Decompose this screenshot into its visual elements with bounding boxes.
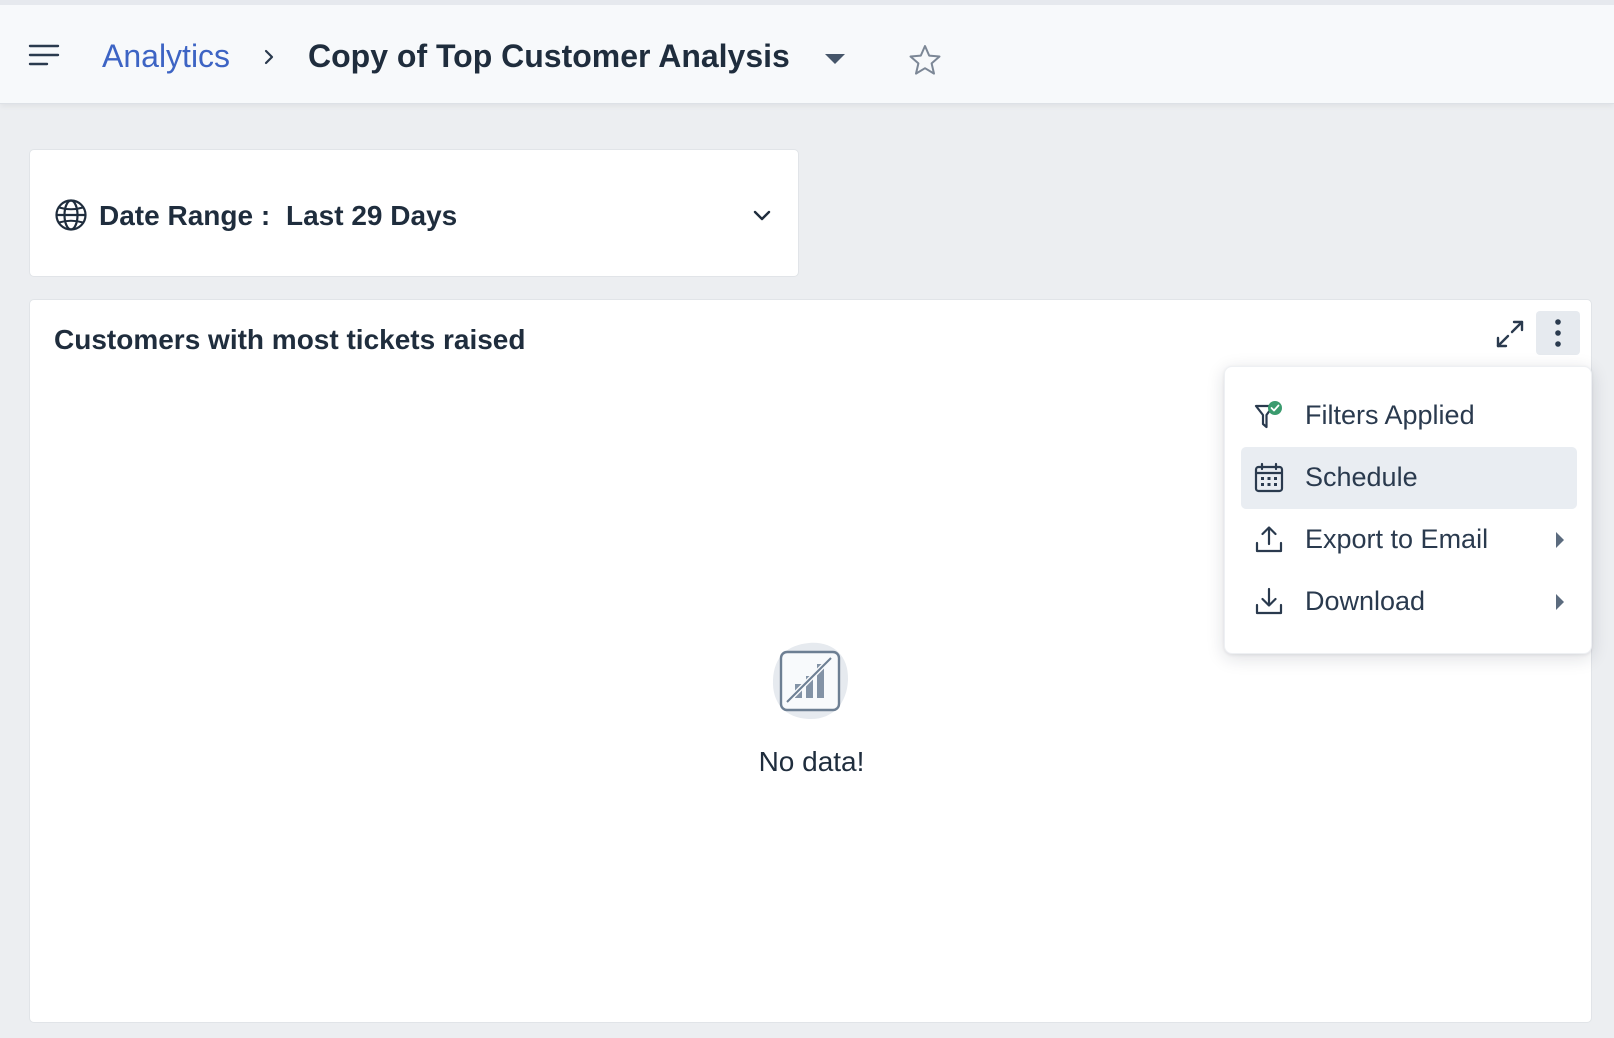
page-title: Copy of Top Customer Analysis xyxy=(308,38,790,74)
menu-item-label: Filters Applied xyxy=(1305,400,1475,430)
more-vertical-icon xyxy=(1555,319,1561,347)
date-range-value: Last 29 Days xyxy=(286,200,458,231)
menu-item-label: Schedule xyxy=(1305,462,1418,492)
download-icon xyxy=(1255,587,1283,615)
caret-right-icon xyxy=(1556,532,1564,548)
expand-icon[interactable] xyxy=(1490,316,1530,352)
widget-options-menu: Filters Applied Schedule Export to Email xyxy=(1224,366,1592,654)
more-options-button[interactable] xyxy=(1536,311,1580,355)
date-range-label: Date Range : xyxy=(99,200,271,231)
hamburger-icon[interactable] xyxy=(28,43,60,67)
menu-item-label: Export to Email xyxy=(1305,524,1489,554)
chevron-right-icon xyxy=(264,49,274,65)
globe-icon xyxy=(55,199,87,231)
empty-state-message: No data! xyxy=(758,746,865,777)
date-range-filter[interactable]: Date Range : Last 29 Days xyxy=(29,149,799,277)
star-icon[interactable] xyxy=(908,43,942,77)
menu-item-filters-applied[interactable]: Filters Applied xyxy=(1241,385,1577,447)
menu-item-schedule[interactable]: Schedule xyxy=(1241,447,1577,509)
calendar-icon xyxy=(1254,462,1284,493)
menu-item-label: Download xyxy=(1305,586,1426,616)
no-chart-data-icon xyxy=(772,642,849,720)
caret-right-icon xyxy=(1556,594,1564,610)
upload-icon xyxy=(1255,526,1283,553)
top-bar: Analytics Copy of Top Customer Analysis xyxy=(0,0,1614,104)
caret-down-icon[interactable] xyxy=(824,53,846,65)
chevron-down-icon[interactable] xyxy=(752,208,772,222)
menu-item-export-to-email[interactable]: Export to Email xyxy=(1241,509,1577,571)
menu-item-download[interactable]: Download xyxy=(1241,571,1577,633)
breadcrumb-analytics-link[interactable]: Analytics xyxy=(102,38,230,75)
filter-check-icon xyxy=(1254,401,1282,429)
widget-title: Customers with most tickets raised xyxy=(54,324,526,355)
